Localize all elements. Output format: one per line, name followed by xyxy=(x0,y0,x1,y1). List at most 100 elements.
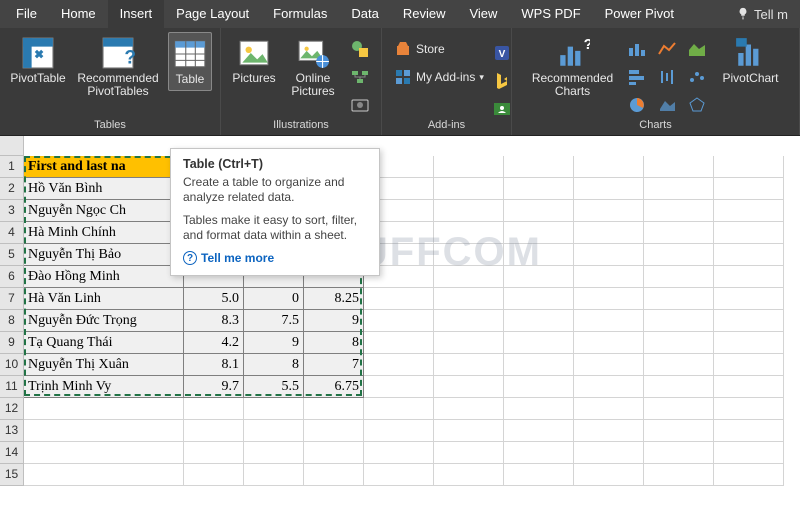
cell[interactable] xyxy=(364,376,434,398)
cell[interactable]: 4.2 xyxy=(184,332,244,354)
tab-data[interactable]: Data xyxy=(339,0,390,28)
cell[interactable] xyxy=(434,464,504,486)
smartart-button[interactable] xyxy=(347,64,373,90)
pivotchart-button[interactable]: PivotChart xyxy=(718,32,784,89)
cell[interactable] xyxy=(504,222,574,244)
cell[interactable] xyxy=(574,288,644,310)
cell[interactable] xyxy=(434,266,504,288)
cell[interactable] xyxy=(644,222,714,244)
cell[interactable] xyxy=(644,244,714,266)
cell[interactable]: Nguyễn Thị Bảo xyxy=(24,244,184,266)
cell[interactable] xyxy=(434,398,504,420)
row-header-10[interactable]: 10 xyxy=(0,354,24,376)
cell[interactable] xyxy=(434,420,504,442)
cell[interactable] xyxy=(504,266,574,288)
cell[interactable] xyxy=(574,332,644,354)
cell[interactable] xyxy=(434,332,504,354)
cell[interactable] xyxy=(244,398,304,420)
screenshot-button[interactable] xyxy=(347,92,373,118)
row-header-5[interactable]: 5 xyxy=(0,244,24,266)
pivottable-button[interactable]: PivotTable xyxy=(8,32,68,89)
cell[interactable]: Nguyễn Thị Xuân xyxy=(24,354,184,376)
tab-wpspdf[interactable]: WPS PDF xyxy=(509,0,592,28)
bing-addin-button[interactable] xyxy=(489,68,515,94)
cell[interactable] xyxy=(24,442,184,464)
cell[interactable]: 5.0 xyxy=(184,288,244,310)
recommended-pivottables-button[interactable]: ? Recommended PivotTables xyxy=(74,32,162,102)
cell[interactable] xyxy=(644,376,714,398)
cell[interactable] xyxy=(574,222,644,244)
cell[interactable] xyxy=(504,244,574,266)
cell[interactable] xyxy=(364,420,434,442)
people-addin-button[interactable] xyxy=(489,96,515,122)
cell[interactable] xyxy=(434,354,504,376)
cell[interactable]: Tạ Quang Thái xyxy=(24,332,184,354)
cell[interactable] xyxy=(714,222,784,244)
cell[interactable] xyxy=(504,464,574,486)
cell[interactable]: Trịnh Minh Vy xyxy=(24,376,184,398)
cell[interactable] xyxy=(304,420,364,442)
cell[interactable] xyxy=(434,156,504,178)
tab-view[interactable]: View xyxy=(457,0,509,28)
tab-file[interactable]: File xyxy=(4,0,49,28)
cell[interactable] xyxy=(504,354,574,376)
tab-review[interactable]: Review xyxy=(391,0,458,28)
line-chart-button[interactable] xyxy=(654,36,680,62)
cell[interactable] xyxy=(644,464,714,486)
cell[interactable]: 8 xyxy=(244,354,304,376)
cell[interactable] xyxy=(244,464,304,486)
cell[interactable] xyxy=(644,354,714,376)
cell[interactable] xyxy=(644,266,714,288)
cell[interactable]: 8.1 xyxy=(184,354,244,376)
cell[interactable] xyxy=(644,332,714,354)
cell[interactable] xyxy=(504,288,574,310)
cell[interactable]: Hà Minh Chính xyxy=(24,222,184,244)
cell[interactable]: 7 xyxy=(304,354,364,376)
cell[interactable] xyxy=(24,464,184,486)
row-header-6[interactable]: 6 xyxy=(0,266,24,288)
shapes-button[interactable] xyxy=(347,36,373,62)
pie-chart-button[interactable] xyxy=(624,92,650,118)
cell[interactable] xyxy=(644,178,714,200)
cell[interactable]: 8.25 xyxy=(304,288,364,310)
cell[interactable] xyxy=(714,288,784,310)
scatter-chart-button[interactable] xyxy=(684,64,710,90)
cell[interactable] xyxy=(184,442,244,464)
cell[interactable] xyxy=(434,178,504,200)
table-button[interactable]: Table xyxy=(168,32,212,91)
cell[interactable] xyxy=(574,178,644,200)
online-pictures-button[interactable]: Online Pictures xyxy=(285,32,341,102)
stock-chart-button[interactable] xyxy=(654,64,680,90)
cell[interactable]: First and last na xyxy=(24,156,184,178)
cell[interactable] xyxy=(644,310,714,332)
cell[interactable] xyxy=(574,420,644,442)
cell[interactable] xyxy=(574,464,644,486)
visio-addin-button[interactable]: V xyxy=(489,40,515,66)
row-header-8[interactable]: 8 xyxy=(0,310,24,332)
cell[interactable] xyxy=(574,156,644,178)
cell[interactable] xyxy=(504,332,574,354)
cell[interactable] xyxy=(364,288,434,310)
cell[interactable] xyxy=(304,398,364,420)
cell[interactable] xyxy=(714,178,784,200)
cell[interactable]: 7.5 xyxy=(244,310,304,332)
cell[interactable] xyxy=(644,200,714,222)
row-header-4[interactable]: 4 xyxy=(0,222,24,244)
cell[interactable] xyxy=(714,156,784,178)
cell[interactable] xyxy=(364,442,434,464)
cell[interactable]: 9 xyxy=(304,310,364,332)
cell[interactable] xyxy=(714,420,784,442)
tab-pagelayout[interactable]: Page Layout xyxy=(164,0,261,28)
row-header-15[interactable]: 15 xyxy=(0,464,24,486)
cell[interactable] xyxy=(574,442,644,464)
cell[interactable] xyxy=(574,266,644,288)
cell[interactable] xyxy=(434,288,504,310)
row-header-14[interactable]: 14 xyxy=(0,442,24,464)
cell[interactable] xyxy=(504,442,574,464)
cell[interactable] xyxy=(24,398,184,420)
row-header-9[interactable]: 9 xyxy=(0,332,24,354)
tab-formulas[interactable]: Formulas xyxy=(261,0,339,28)
cell[interactable]: 9.7 xyxy=(184,376,244,398)
cell[interactable]: Hà Văn Linh xyxy=(24,288,184,310)
cell[interactable] xyxy=(644,156,714,178)
